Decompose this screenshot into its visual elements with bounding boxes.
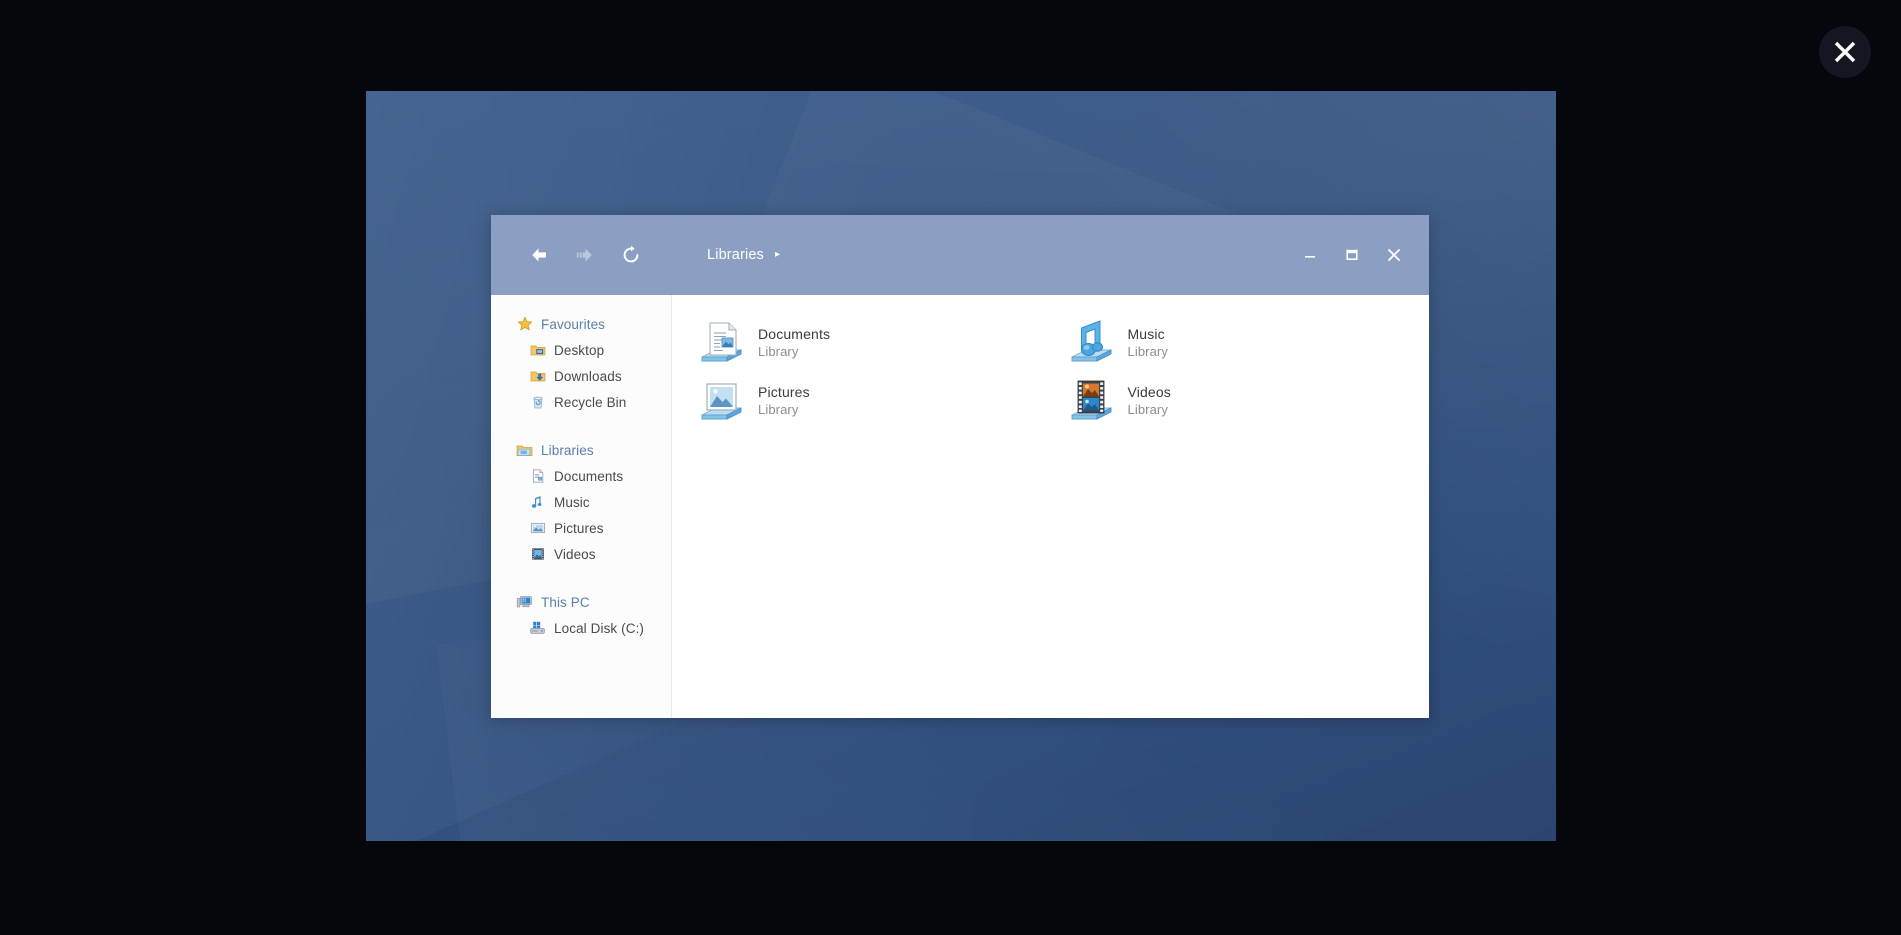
sidebar-label: Recycle Bin xyxy=(554,394,627,410)
sidebar-label: This PC xyxy=(541,594,590,610)
music-library-icon xyxy=(1066,317,1116,367)
sidebar-item-recycle-bin[interactable]: Recycle Bin xyxy=(491,389,671,415)
sidebar-group-libraries: Libraries Documents Music Pictures Video… xyxy=(491,437,671,567)
breadcrumb[interactable]: Libraries ▸ xyxy=(707,247,780,263)
library-item-subtitle: Library xyxy=(758,343,799,359)
hard-disk-icon xyxy=(529,620,546,637)
window-controls xyxy=(1289,238,1415,272)
sidebar-label: Favourites xyxy=(541,316,606,332)
sidebar-label: Pictures xyxy=(554,520,604,536)
desktop-folder-icon xyxy=(529,342,546,359)
sidebar-group-this-pc: This PC Local Disk (C:) xyxy=(491,589,671,641)
arrow-right-icon xyxy=(574,244,596,266)
pictures-library-icon xyxy=(696,375,746,425)
library-grid: Documents Library Music Library Pictures… xyxy=(672,295,1429,718)
overlay-close-button[interactable] xyxy=(1819,26,1871,78)
refresh-icon xyxy=(621,245,641,265)
maximize-icon xyxy=(1344,247,1360,263)
libraries-folder-icon xyxy=(516,442,533,459)
library-item-name: Pictures xyxy=(758,383,810,400)
library-item-pictures[interactable]: Pictures Library xyxy=(690,371,1060,429)
sidebar-item-favourites[interactable]: Favourites xyxy=(491,311,671,337)
library-item-text: Music Library xyxy=(1128,326,1168,359)
file-explorer-window: Libraries ▸ Favourites Desktop Downloads… xyxy=(491,215,1429,718)
close-icon xyxy=(1828,35,1862,69)
sidebar-label: Libraries xyxy=(541,442,594,458)
sidebar-item-downloads[interactable]: Downloads xyxy=(491,363,671,389)
navigation-toolbar xyxy=(491,232,654,278)
sidebar-item-libraries[interactable]: Libraries xyxy=(491,437,671,463)
window-body: Favourites Desktop Downloads Recycle Bin… xyxy=(491,295,1429,718)
library-item-music[interactable]: Music Library xyxy=(1060,313,1430,371)
navigation-sidebar: Favourites Desktop Downloads Recycle Bin… xyxy=(491,295,672,718)
maximize-button[interactable] xyxy=(1331,238,1373,272)
sidebar-label: Desktop xyxy=(554,342,605,358)
minimize-icon xyxy=(1302,247,1318,263)
sidebar-item-local-disk[interactable]: Local Disk (C:) xyxy=(491,615,671,641)
sidebar-item-documents[interactable]: Documents xyxy=(491,463,671,489)
sidebar-label: Documents xyxy=(554,468,624,484)
recycle-bin-icon xyxy=(529,394,546,411)
library-item-name: Music xyxy=(1127,325,1165,342)
sidebar-label: Downloads xyxy=(554,368,622,384)
library-item-name: Videos xyxy=(1127,383,1171,400)
forward-button[interactable] xyxy=(562,232,608,278)
sidebar-label: Local Disk (C:) xyxy=(554,620,645,636)
computer-icon xyxy=(516,594,533,611)
library-item-subtitle: Library xyxy=(1127,343,1168,359)
sidebar-item-music[interactable]: Music xyxy=(491,489,671,515)
sidebar-item-videos[interactable]: Videos xyxy=(491,541,671,567)
close-button[interactable] xyxy=(1373,238,1415,272)
video-film-icon xyxy=(529,546,546,563)
sidebar-item-pictures[interactable]: Pictures xyxy=(491,515,671,541)
sidebar-group-favourites: Favourites Desktop Downloads Recycle Bin xyxy=(491,311,671,415)
library-item-subtitle: Library xyxy=(1127,401,1168,417)
library-item-text: Documents Library xyxy=(758,326,830,359)
library-item-name: Documents xyxy=(758,325,831,342)
star-icon xyxy=(516,316,533,333)
refresh-button[interactable] xyxy=(608,232,654,278)
library-item-subtitle: Library xyxy=(758,401,799,417)
library-item-documents[interactable]: Documents Library xyxy=(690,313,1060,371)
sidebar-item-this-pc[interactable]: This PC xyxy=(491,589,671,615)
library-item-text: Videos Library xyxy=(1128,384,1171,417)
downloads-folder-icon xyxy=(529,368,546,385)
videos-library-icon xyxy=(1066,375,1116,425)
arrow-left-icon xyxy=(528,244,550,266)
library-item-text: Pictures Library xyxy=(758,384,810,417)
documents-library-icon xyxy=(696,317,746,367)
library-item-videos[interactable]: Videos Library xyxy=(1060,371,1430,429)
back-button[interactable] xyxy=(516,232,562,278)
sidebar-label: Videos xyxy=(554,546,596,562)
picture-icon xyxy=(529,520,546,537)
close-icon xyxy=(1385,246,1403,264)
minimize-button[interactable] xyxy=(1289,238,1331,272)
window-titlebar[interactable]: Libraries ▸ xyxy=(491,215,1429,295)
music-note-icon xyxy=(529,494,546,511)
screen-root: Libraries ▸ Favourites Desktop Downloads… xyxy=(0,0,1901,935)
breadcrumb-label[interactable]: Libraries xyxy=(707,247,764,263)
sidebar-label: Music xyxy=(554,494,590,510)
chevron-right-icon[interactable]: ▸ xyxy=(775,250,780,260)
sidebar-item-desktop[interactable]: Desktop xyxy=(491,337,671,363)
document-icon xyxy=(529,468,546,485)
